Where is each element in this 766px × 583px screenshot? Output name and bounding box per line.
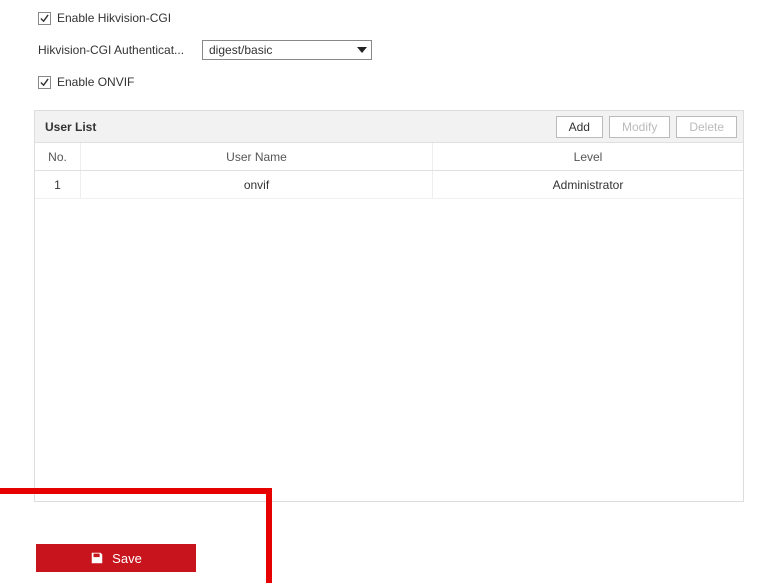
delete-button[interactable]: Delete: [676, 116, 737, 138]
enable-hikvision-cgi-checkbox[interactable]: [38, 12, 51, 25]
hikvision-cgi-auth-value: digest/basic: [209, 43, 272, 57]
save-button-label: Save: [112, 551, 142, 566]
column-header-no: No.: [35, 143, 81, 170]
column-header-username: User Name: [81, 143, 433, 170]
checkmark-icon: [40, 14, 49, 23]
checkmark-icon: [40, 78, 49, 87]
hikvision-cgi-auth-label: Hikvision-CGI Authenticat...: [38, 43, 202, 57]
user-list-title: User List: [45, 120, 550, 134]
cell-username: onvif: [81, 171, 433, 198]
user-list-body: 1onvifAdministrator: [35, 171, 743, 501]
chevron-down-icon: [357, 47, 367, 53]
user-list-panel: User List Add Modify Delete No. User Nam…: [34, 110, 744, 502]
column-header-level: Level: [433, 143, 743, 170]
cell-no: 1: [35, 171, 81, 198]
table-row[interactable]: 1onvifAdministrator: [35, 171, 743, 199]
save-icon: [90, 551, 104, 565]
enable-onvif-checkbox[interactable]: [38, 76, 51, 89]
cell-level: Administrator: [433, 171, 743, 198]
save-button[interactable]: Save: [36, 544, 196, 572]
modify-button[interactable]: Modify: [609, 116, 670, 138]
enable-onvif-label: Enable ONVIF: [57, 75, 134, 89]
hikvision-cgi-auth-select[interactable]: digest/basic: [202, 40, 372, 60]
user-list-header-row: No. User Name Level: [35, 143, 743, 171]
enable-hikvision-cgi-label: Enable Hikvision-CGI: [57, 11, 171, 25]
add-button[interactable]: Add: [556, 116, 603, 138]
